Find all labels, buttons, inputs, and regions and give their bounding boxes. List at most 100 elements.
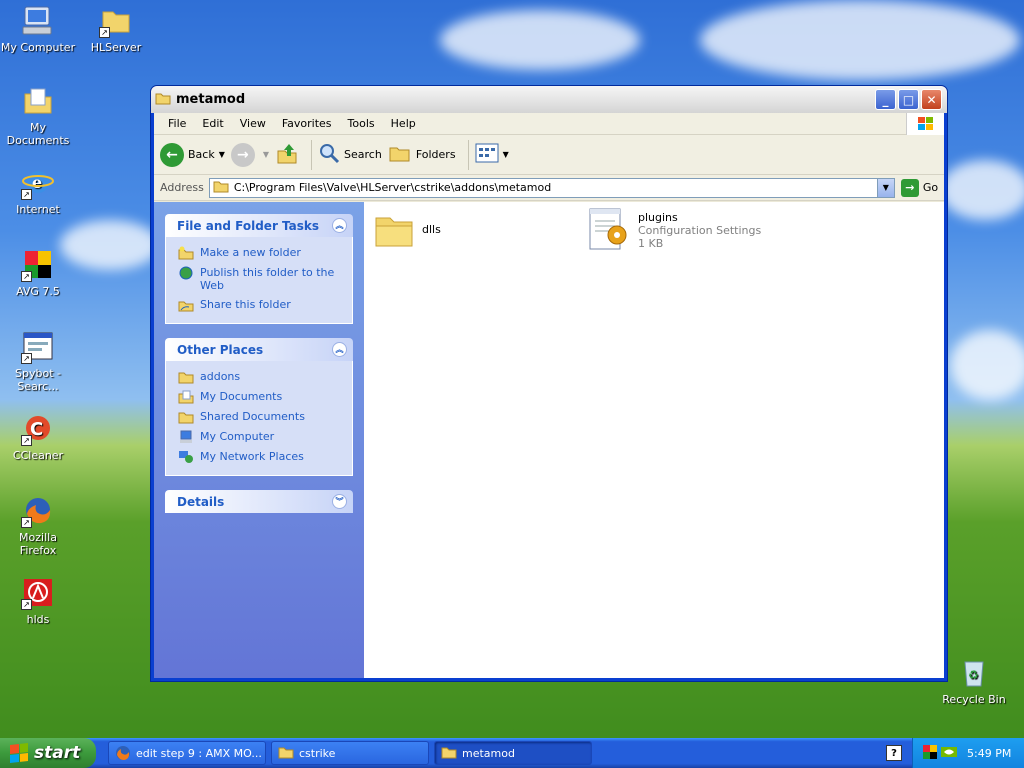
chevron-down-icon[interactable]: ▼ [219,150,225,159]
go-arrow-icon: → [900,178,919,197]
details-panel: Details ︾ [165,490,353,513]
desktop-icon-hlserver[interactable]: ↗ HLServer [78,4,154,54]
menu-view[interactable]: View [232,117,274,130]
up-folder-button[interactable] [275,141,299,168]
file-folder-tasks-header[interactable]: File and Folder Tasks ︽ [165,214,353,237]
folders-button[interactable]: Folders [388,142,456,167]
search-icon [318,142,340,167]
folder-icon [374,210,414,253]
folders-icon [388,142,412,167]
menu-edit[interactable]: Edit [194,117,231,130]
window-title: metamod [176,92,246,107]
minimize-button[interactable]: _ [875,89,896,110]
nvidia-tray-icon[interactable] [941,745,957,762]
network-places-icon [178,450,194,464]
globe-icon [178,266,194,280]
ccleaner-icon: C ↗ [21,412,55,446]
address-dropdown-button[interactable]: ▼ [876,178,894,197]
taskbar-button-firefox[interactable]: edit step 9 : AMX MO... [108,741,266,765]
menu-bar: File Edit View Favorites Tools Help [154,113,944,135]
file-size: 1 KB [638,237,664,250]
help-icon[interactable]: ? [886,745,902,761]
folder-icon [178,370,194,384]
views-button[interactable]: ▼ [475,143,509,166]
internet-explorer-icon: e ↗ [21,166,55,200]
avg-tray-icon[interactable] [923,744,937,762]
task-pane: File and Folder Tasks ︽ Make a new folde… [154,202,364,678]
desktop-icon-my-computer[interactable]: My Computer [0,4,76,54]
search-button[interactable]: Search [318,142,382,167]
folder-shortcut-icon: ↗ [99,4,133,38]
place-my-network-places[interactable]: My Network Places [178,447,340,467]
system-tray: 5:49 PM [912,738,1024,768]
title-bar[interactable]: metamod _ □ ✕ [151,86,947,113]
clock: 5:49 PM [967,746,1012,760]
file-item-plugins[interactable]: plugins Configuration Settings 1 KB [586,207,761,258]
task-publish-to-web[interactable]: Publish this folder to the Web [178,263,340,295]
chevron-down-icon[interactable]: ▼ [503,150,509,159]
place-addons[interactable]: addons [178,367,340,387]
place-my-documents[interactable]: My Documents [178,387,340,407]
other-places-header[interactable]: Other Places ︽ [165,338,353,361]
up-folder-icon [275,141,299,168]
taskbar: start edit step 9 : AMX MO... cstrike me… [0,738,1024,768]
file-folder-tasks-panel: File and Folder Tasks ︽ Make a new folde… [165,214,353,324]
desktop-icon-ccleaner[interactable]: C ↗ CCleaner [0,412,76,462]
taskbar-button-cstrike[interactable]: cstrike [271,741,429,765]
chevron-down-icon[interactable]: ▼ [263,150,269,159]
go-button[interactable]: → Go [900,178,938,197]
views-icon [475,143,499,166]
close-button[interactable]: ✕ [921,89,942,110]
menu-file[interactable]: File [160,117,194,130]
avg-icon: ↗ [21,248,55,282]
desktop-icon-internet[interactable]: e ↗ Internet [0,166,76,216]
my-computer-icon [178,430,194,444]
menu-favorites[interactable]: Favorites [274,117,340,130]
folder-icon [441,745,457,761]
windows-logo-icon [10,743,28,763]
back-arrow-icon: ← [160,142,184,167]
my-computer-icon [21,4,55,38]
file-item-dlls[interactable]: dlls [374,210,441,253]
forward-button[interactable]: → ▼ [230,142,269,167]
address-value: C:\Program Files\Valve\HLServer\cstrike\… [233,181,552,194]
collapse-icon[interactable]: ︽ [332,342,347,357]
new-folder-icon [178,246,194,260]
place-shared-documents[interactable]: Shared Documents [178,407,340,427]
taskbar-button-metamod[interactable]: metamod [434,741,592,765]
back-button[interactable]: ← Back ▼ [160,142,225,167]
svg-text:♻: ♻ [968,668,979,682]
firefox-icon: ↗ [21,494,55,528]
file-list: dlls plugins Configuration Settings 1 KB [364,202,944,678]
place-my-computer[interactable]: My Computer [178,427,340,447]
task-share-folder[interactable]: Share this folder [178,295,340,315]
other-places-panel: Other Places ︽ addons My Documents Share… [165,338,353,476]
hlds-icon: ↗ [21,576,55,610]
collapse-icon[interactable]: ︽ [332,218,347,233]
menu-help[interactable]: Help [383,117,424,130]
spybot-icon: ↗ [21,330,55,364]
maximize-button[interactable]: □ [898,89,919,110]
file-name: plugins [638,211,678,224]
desktop-icon-my-documents[interactable]: My Documents [0,84,76,147]
start-button[interactable]: start [0,738,96,768]
details-header[interactable]: Details ︾ [165,490,353,513]
task-make-new-folder[interactable]: Make a new folder [178,243,340,263]
menu-tools[interactable]: Tools [340,117,383,130]
desktop-icon-firefox[interactable]: ↗ Mozilla Firefox [0,494,76,557]
address-input[interactable]: C:\Program Files\Valve\HLServer\cstrike\… [208,177,895,198]
folder-icon [278,745,294,761]
firefox-icon [115,745,131,761]
desktop-icon-hlds[interactable]: ↗ hlds [0,576,76,626]
share-folder-icon [178,298,194,312]
expand-icon[interactable]: ︾ [332,494,347,509]
explorer-window: metamod _ □ ✕ File Edit View Favorites T… [150,85,948,682]
my-documents-icon [21,84,55,118]
file-name: dlls [422,223,441,236]
desktop-icon-spybot[interactable]: ↗ Spybot - Searc... [0,330,76,393]
folder-icon [178,410,194,424]
config-settings-icon [586,207,632,258]
folder-icon [213,179,229,196]
recycle-bin-icon: ♻ [957,656,991,690]
desktop-icon-avg[interactable]: ↗ AVG 7.5 [0,248,76,298]
